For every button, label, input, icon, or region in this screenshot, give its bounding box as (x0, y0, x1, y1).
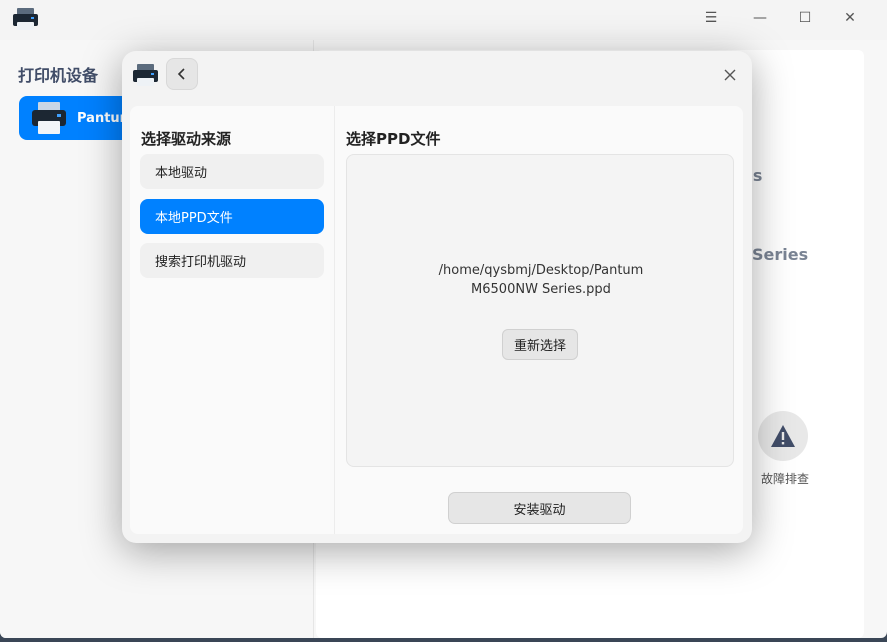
close-icon (724, 69, 736, 81)
source-local-driver[interactable]: 本地驱动 (140, 154, 324, 189)
reselect-button[interactable]: 重新选择 (502, 329, 578, 360)
file-path-line: M6500NW Series.ppd (471, 282, 611, 297)
background-text-fragment: Series (752, 245, 809, 264)
driver-source-panel: 选择驱动来源 本地驱动 本地PPD文件 搜索打印机驱动 (130, 106, 335, 534)
troubleshoot-button[interactable] (758, 411, 808, 461)
warning-icon (771, 425, 795, 447)
driver-source-title: 选择驱动来源 (141, 130, 232, 148)
sidebar-title: 打印机设备 (18, 66, 99, 85)
maximize-button[interactable]: ☐ (791, 6, 819, 30)
minimize-button[interactable]: — (746, 6, 774, 30)
window-close-button[interactable]: ✕ (836, 6, 864, 30)
install-driver-button[interactable]: 安装驱动 (448, 492, 631, 524)
chevron-left-icon (177, 68, 185, 80)
printer-app-icon (13, 8, 38, 30)
menu-button[interactable]: ☰ (697, 6, 725, 30)
dialog-close-button[interactable] (718, 63, 742, 87)
printer-icon (32, 102, 66, 134)
source-search-driver[interactable]: 搜索打印机驱动 (140, 243, 324, 278)
printer-app-icon (133, 64, 158, 86)
driver-dialog: 选择驱动来源 本地驱动 本地PPD文件 搜索打印机驱动 选择PPD文件 /hom… (122, 51, 752, 543)
source-local-ppd[interactable]: 本地PPD文件 (140, 199, 324, 234)
ppd-file-box[interactable]: /home/qysbmj/Desktop/Pantum M6500NW Seri… (346, 154, 734, 467)
file-path-line: /home/qysbmj/Desktop/Pantum (438, 263, 644, 278)
ppd-section-title: 选择PPD文件 (346, 130, 441, 148)
dialog-body: 选择驱动来源 本地驱动 本地PPD文件 搜索打印机驱动 选择PPD文件 /hom… (130, 106, 743, 534)
titlebar: ☰ — ☐ ✕ (0, 0, 887, 40)
back-button[interactable] (166, 58, 198, 90)
troubleshoot-label: 故障排查 (761, 472, 810, 486)
ppd-file-path: /home/qysbmj/Desktop/Pantum M6500NW Seri… (371, 261, 711, 299)
